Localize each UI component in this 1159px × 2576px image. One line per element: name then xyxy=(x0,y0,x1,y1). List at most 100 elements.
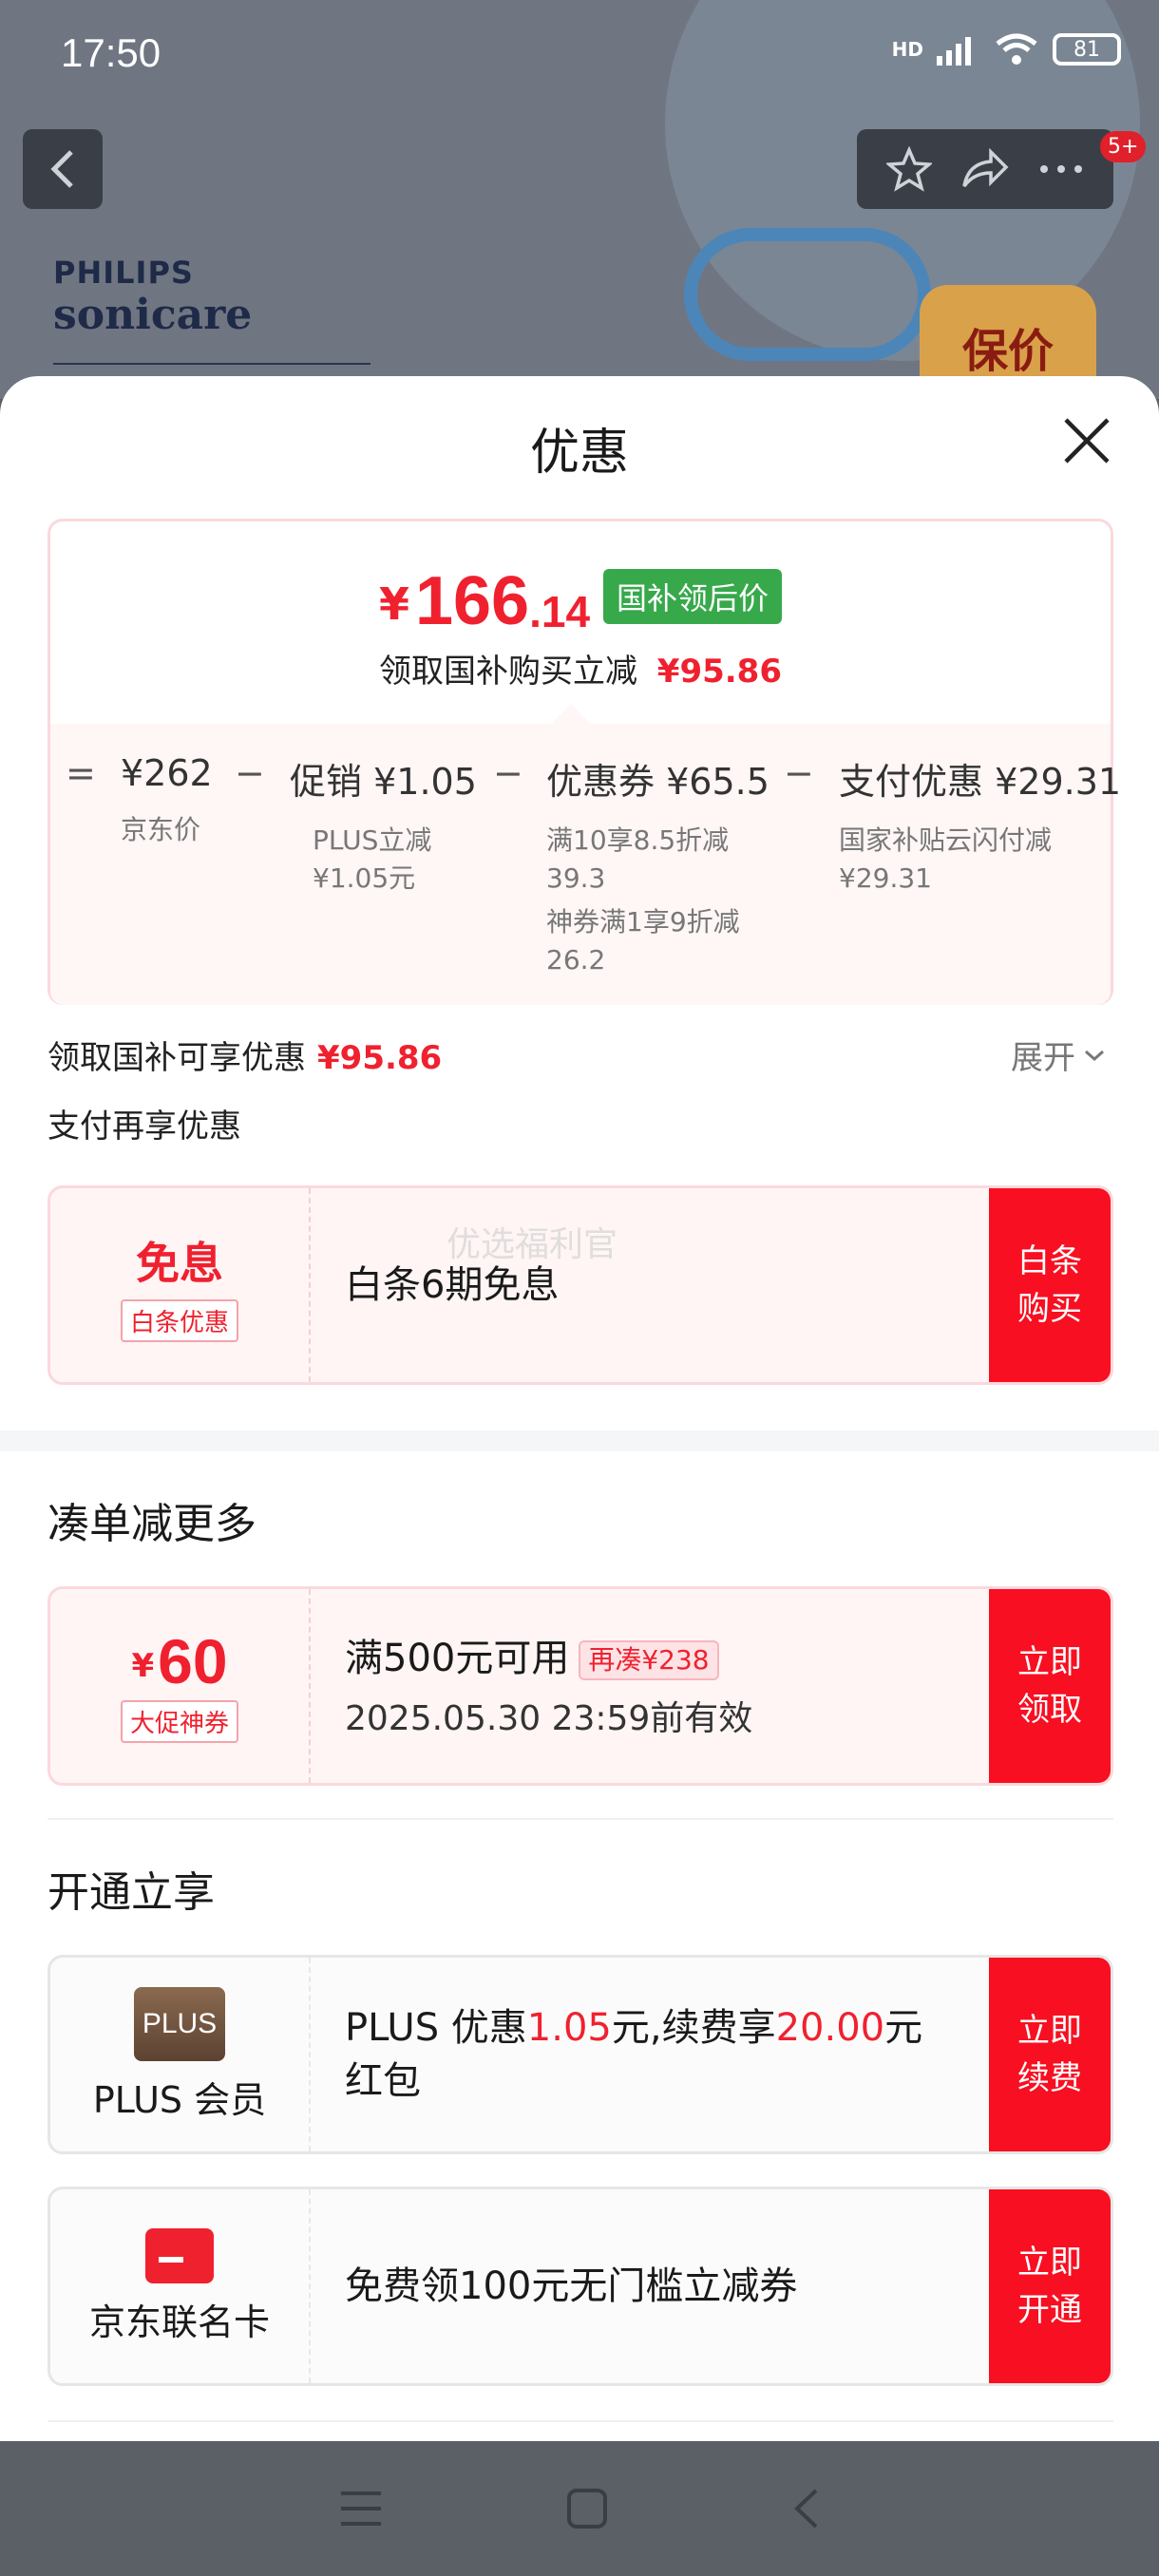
promo-top: 促销 ¥1.05 xyxy=(290,752,477,805)
coupon-note-line: 神券满1享9折减 xyxy=(546,906,740,938)
plus-logo: PLUS xyxy=(134,1986,225,2061)
promo-note: PLUS立减 ¥1.05元 xyxy=(290,822,477,898)
promo-note-line: PLUS立减 xyxy=(313,824,432,856)
credit-card-icon xyxy=(145,2227,214,2283)
plus-text: 元 xyxy=(884,2006,923,2050)
message-count-badge: 5+ xyxy=(1100,131,1147,162)
renew-plus-button[interactable]: 立即 续费 xyxy=(989,1958,1111,2151)
pay-note-line: ¥29.31 xyxy=(839,862,932,894)
hd-icon: HD xyxy=(891,38,923,61)
product-page-background: 17:50 HD 81 5+ PHILIPS sonicare 保价 xyxy=(0,0,1159,399)
plus-text: 元,续费享 xyxy=(611,2006,776,2050)
minus-sign: − xyxy=(235,752,265,794)
plus-text: PLUS 优惠 xyxy=(345,2006,527,2050)
pay-value: ¥29.31 xyxy=(995,761,1122,803)
brand-logo: PHILIPS sonicare xyxy=(53,255,252,339)
status-icons: HD 81 xyxy=(892,32,1121,66)
chevron-down-icon xyxy=(1085,1050,1104,1061)
coupon-item: 优惠券 ¥65.5 满10享8.5折减 39.3 神券满1享9折减 26.2 xyxy=(546,752,770,979)
coupon-note-line: 39.3 xyxy=(546,862,606,894)
pay-more-label: 支付再享优惠 xyxy=(48,1108,241,1146)
plus-benefit-text: PLUS 优惠1.05元,续费享20.00元红包 xyxy=(345,2001,1029,2108)
close-button[interactable] xyxy=(1060,414,1113,467)
equals-sign: = xyxy=(66,752,96,794)
coupon-body: PLUS 优惠1.05元,续费享20.00元红包 xyxy=(345,1958,1029,2151)
subsidy-discount-line: 领取国补可享优惠 ¥95.86 xyxy=(48,1032,442,1078)
home-icon[interactable] xyxy=(566,2488,608,2529)
expand-button[interactable]: 展开 xyxy=(1011,1032,1106,1078)
coupon-left: ¥ 60 大促神券 xyxy=(50,1589,311,1783)
baitiao-tag: 白条优惠 xyxy=(120,1298,238,1342)
subsidy-label: 领取国补可享优惠 xyxy=(48,1039,306,1077)
coupon-left: 免息 白条优惠 xyxy=(50,1188,311,1382)
baitiao-coupon: 免息 白条优惠 白条6期免息 白条 购买 xyxy=(48,1185,1113,1385)
brand-top: PHILIPS xyxy=(53,255,194,291)
watermark: 优选福利官 xyxy=(446,1225,618,1264)
wifi-icon xyxy=(996,33,1037,65)
coupon-note-line: 满10享8.5折减 xyxy=(546,824,730,856)
coupon-top: 优惠券 ¥65.5 xyxy=(546,752,770,805)
pay-item: 支付优惠 ¥29.31 国家补贴云闪付减 ¥29.31 xyxy=(839,752,1121,898)
open-card-button[interactable]: 立即 开通 xyxy=(989,2189,1111,2383)
coupon-value: ¥65.5 xyxy=(666,761,770,803)
pay-label: 支付优惠 xyxy=(839,761,984,803)
plus-member-card: PLUS PLUS 会员 PLUS 优惠1.05元,续费享20.00元红包 立即… xyxy=(48,1955,1113,2154)
subtitle-prefix: 领取国补购买立减 xyxy=(378,653,637,691)
section-gap xyxy=(0,1430,1159,1451)
price-subtitle: 领取国补购买立减 ¥95.86 xyxy=(50,645,1111,691)
sheet-title: 优惠 xyxy=(529,425,629,482)
coupon-note-line: 26.2 xyxy=(546,944,606,975)
share-icon[interactable] xyxy=(960,148,1010,190)
subsidy-amount: ¥95.86 xyxy=(317,1039,443,1077)
brand-bottom: sonicare xyxy=(53,291,253,339)
plus-discount: 1.05 xyxy=(526,2006,612,2050)
top-action-group xyxy=(857,129,1113,209)
back-button[interactable] xyxy=(23,129,103,209)
divider xyxy=(48,1818,1113,1820)
bundle-section-title: 凑单减更多 xyxy=(48,1500,256,1548)
price-tag: 国补领后价 xyxy=(603,569,783,624)
price-summary-card: ¥ 166 .14 国补领后价 领取国补购买立减 ¥95.86 = ¥262 京… xyxy=(48,519,1121,1005)
signal-icon xyxy=(937,37,971,66)
jd-price-value: ¥262 xyxy=(121,752,213,794)
coupon-currency: ¥ xyxy=(131,1646,155,1685)
star-icon[interactable] xyxy=(886,146,932,192)
discount-sheet: 优惠 ¥ 166 .14 国补领后价 领取国补购买立减 ¥95.86 = ¥26… xyxy=(0,376,1159,2441)
more-icon[interactable] xyxy=(1038,163,1084,175)
jd-price-label: 京东价 xyxy=(121,814,201,845)
card-label: 京东联名卡 xyxy=(88,2301,270,2343)
minus-sign: − xyxy=(784,752,814,794)
bundle-coupon: ¥ 60 大促神券 满500元可用 再凑¥238 2025.05.30 23:59… xyxy=(48,1586,1113,1786)
coupon-body: 免费领100元无门槛立减券 xyxy=(345,2189,1029,2383)
promo-item: 促销 ¥1.05 PLUS立减 ¥1.05元 xyxy=(290,752,477,898)
close-icon xyxy=(1064,418,1110,464)
plus-text: 红包 xyxy=(345,2059,421,2103)
bundle-condition-row: 满500元可用 再凑¥238 xyxy=(345,1632,1029,1685)
rejoin-badge: 再凑¥238 xyxy=(579,1640,719,1680)
card-benefit-text: 免费领100元无门槛立减券 xyxy=(345,2264,798,2308)
divider xyxy=(48,2420,1113,2422)
coupon-amount: ¥ 60 xyxy=(131,1630,227,1693)
pay-note: 国家补贴云闪付减 ¥29.31 xyxy=(839,822,1121,898)
baitiao-title: 免息 xyxy=(136,1237,223,1289)
price-decimal: .14 xyxy=(529,587,591,636)
coupon-left: PLUS PLUS 会员 xyxy=(50,1958,311,2151)
claim-coupon-button[interactable]: 立即 领取 xyxy=(989,1589,1111,1783)
coupon-amount-value: 60 xyxy=(158,1625,228,1696)
bundle-condition: 满500元可用 xyxy=(345,1637,570,1680)
plus-red-packet: 20.00 xyxy=(775,2006,885,2050)
battery-icon: 81 xyxy=(1053,33,1121,66)
baitiao-text: 白条6期免息 xyxy=(345,1263,560,1307)
minus-sign: − xyxy=(493,752,523,794)
status-time: 17:50 xyxy=(61,30,162,75)
baitiao-buy-button[interactable]: 白条 购买 xyxy=(989,1188,1111,1382)
menu-icon[interactable] xyxy=(339,2490,383,2528)
back-icon[interactable] xyxy=(791,2487,820,2530)
final-price-row: ¥ 166 .14 国补领后价 xyxy=(50,567,1111,635)
chevron-left-icon xyxy=(50,150,73,188)
pay-top: 支付优惠 ¥29.31 xyxy=(839,752,1121,805)
promo-label: 促销 xyxy=(290,761,363,803)
price-integer: 166 xyxy=(414,563,530,639)
bundle-tag: 大促神券 xyxy=(120,1699,238,1743)
pay-note-line: 国家补贴云闪付减 xyxy=(839,824,1053,856)
